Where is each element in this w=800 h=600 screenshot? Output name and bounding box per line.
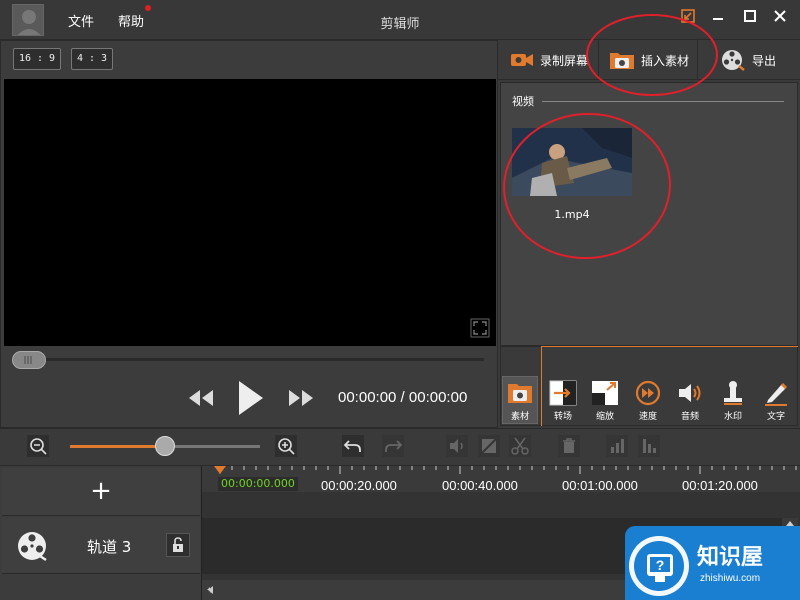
scissors-icon (509, 435, 531, 457)
tool-transition[interactable]: 转场 (543, 380, 583, 422)
transition-icon (549, 380, 577, 406)
ruler-label: 00:01:00.000 (562, 478, 638, 493)
minimize-icon (713, 18, 723, 20)
aspect-16-9-button[interactable]: 16 : 9 (13, 48, 61, 70)
record-screen-button[interactable]: 录制屏幕 (500, 40, 590, 80)
tool-speed[interactable]: 速度 (628, 380, 668, 422)
camera-icon (511, 54, 533, 66)
video-preview[interactable] (4, 79, 496, 346)
tool-text-label: 文字 (766, 412, 785, 422)
playback-progress-handle[interactable] (12, 351, 46, 369)
bars-icon (606, 435, 628, 457)
add-track-button[interactable]: + (2, 468, 200, 516)
watermark-brand: 知识屋 (697, 544, 763, 570)
fullscreen-icon (470, 318, 490, 338)
menu-file[interactable]: 文件 (68, 11, 94, 30)
fast-forward-icon (289, 390, 313, 406)
record-screen-label: 录制屏幕 (540, 53, 589, 68)
user-icon (13, 5, 43, 35)
zoom-out-button[interactable] (27, 435, 49, 457)
watermark-icon (724, 381, 742, 405)
tool-zoom[interactable]: 缩放 (585, 380, 625, 422)
maximize-button[interactable] (740, 6, 760, 26)
tool-transition-label: 转场 (553, 412, 572, 422)
close-button[interactable] (770, 6, 790, 26)
close-icon (774, 10, 786, 22)
tool-text[interactable]: 文字 (756, 380, 796, 422)
tool-audio[interactable]: 音频 (670, 380, 710, 422)
annotation-circle-insert (586, 14, 718, 96)
zoom-out-icon (27, 435, 49, 457)
menu-help[interactable]: 帮助 (118, 11, 144, 30)
watermark-url: zhishiwu.com (700, 573, 760, 584)
play-icon (239, 381, 263, 415)
zoom-icon (592, 381, 618, 405)
tool-speed-label: 速度 (638, 412, 657, 422)
speaker-icon (446, 435, 468, 457)
track-type-icon-wrap (16, 530, 48, 562)
crop-icon (478, 435, 500, 457)
ruler-label: 00:00:20.000 (321, 478, 397, 493)
mute-button[interactable] (446, 435, 468, 457)
notification-dot (145, 5, 151, 11)
crop-button[interactable] (478, 435, 500, 457)
zoom-in-button[interactable] (275, 435, 297, 457)
unlock-icon (173, 537, 183, 552)
minimize-button[interactable] (708, 6, 728, 26)
trash-icon (558, 435, 580, 457)
text-icon (765, 382, 788, 406)
track-lock-button[interactable] (166, 533, 190, 557)
grip-icon (24, 356, 32, 364)
category-label: 视频 (512, 95, 534, 108)
playback-progress-track[interactable] (12, 358, 484, 361)
tool-material[interactable]: 素材 (500, 380, 540, 422)
tool-audio-label: 音频 (680, 412, 699, 422)
fullscreen-button[interactable] (470, 318, 490, 338)
redo-button[interactable] (382, 435, 404, 457)
current-time-label: 00:00:00.000 (218, 477, 298, 491)
delete-button[interactable] (558, 435, 580, 457)
zoom-slider-fill (70, 445, 165, 448)
maximize-icon (744, 10, 756, 22)
track-name: 轨道 3 (87, 538, 132, 556)
ruler-label: 00:01:20.000 (682, 478, 758, 493)
ruler-label: 00:00:40.000 (442, 478, 518, 493)
film-reel-icon (722, 50, 745, 71)
avatar[interactable] (12, 4, 44, 36)
zoom-in-icon (275, 435, 297, 457)
export-label: 导出 (752, 53, 777, 68)
audio-icon (679, 384, 701, 402)
levels-icon (638, 435, 660, 457)
tool-zoom-label: 缩放 (595, 412, 614, 422)
levels-button[interactable] (638, 435, 660, 457)
material-icon (508, 384, 532, 403)
aspect-4-3-button[interactable]: 4 : 3 (71, 48, 113, 70)
svg-text:?: ? (656, 557, 665, 573)
split-button[interactable] (509, 435, 531, 457)
rewind-icon (189, 390, 213, 406)
category-divider (542, 101, 784, 102)
rewind-button[interactable] (186, 386, 216, 410)
tool-watermark-label: 水印 (723, 412, 742, 422)
undo-icon (342, 435, 364, 457)
volume-bars-button[interactable] (606, 435, 628, 457)
watermark: ? 知识屋 zhishiwu.com (625, 526, 800, 600)
export-button[interactable]: 导出 (710, 40, 798, 80)
play-button[interactable] (234, 378, 266, 418)
speed-icon (635, 380, 661, 406)
time-readout: 00:00:00 / 00:00:00 (338, 389, 468, 406)
film-reel-icon (18, 532, 47, 562)
undo-button[interactable] (342, 435, 364, 457)
watermark-logo: ? 知识屋 zhishiwu.com (629, 536, 763, 596)
fast-forward-button[interactable] (286, 386, 316, 410)
zoom-slider-handle[interactable] (155, 436, 175, 456)
tool-material-label: 素材 (510, 412, 529, 422)
tool-watermark[interactable]: 水印 (713, 380, 753, 422)
redo-icon (382, 435, 404, 457)
